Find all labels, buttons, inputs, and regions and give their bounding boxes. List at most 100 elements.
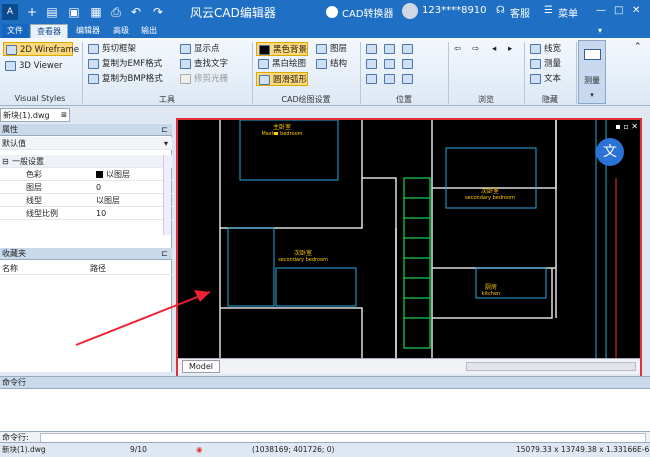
help-icon[interactable]: ▾ [590,24,610,38]
find-text-button[interactable]: 查找文字 [178,57,228,71]
ruler-icon [530,59,541,69]
zoom-extents-button[interactable] [364,42,378,56]
group-label-cad-settings: CAD绘图设置 [281,95,331,104]
group-divider [576,42,577,104]
measure-large-button[interactable]: 测量 ▾ [578,40,606,104]
bw-drawing-button[interactable]: 黑白绘图 [256,57,306,71]
zoom-window-icon [384,44,395,54]
tab-file[interactable]: 文件 [2,24,28,38]
undo-icon[interactable]: ↶ [128,4,144,20]
zoom-in-button[interactable] [400,42,414,56]
group-divider [524,42,525,104]
zoom-in-icon [402,44,413,54]
orbit-button[interactable] [382,72,396,86]
new-icon[interactable]: + [24,4,40,20]
collapse-icon[interactable]: ⊟ [2,155,9,168]
copy-emf-button[interactable]: 复制为EMF格式 [86,57,162,71]
property-row[interactable]: 色彩 以图层 [0,168,172,181]
tab-viewer[interactable]: 查看器 [30,24,68,38]
measure-button[interactable]: 测量 [528,57,561,71]
properties-header: 属性 ⊏ [0,124,172,136]
converter-link[interactable]: CAD转换器 [342,5,394,20]
print-icon[interactable]: ⎙ [108,4,124,20]
close-icon[interactable]: ✕ [632,5,640,16]
group-label-position: 位置 [396,95,412,104]
command-header: 命令行 [0,377,650,389]
properties-dropdown[interactable]: 默认值 ▾ [0,137,172,150]
rotate-icon [384,59,395,69]
property-group[interactable]: ⊟ 一般设置 [0,155,172,168]
zoom-window-button[interactable] [382,42,396,56]
tab-advanced[interactable]: 高级 [108,24,134,38]
status-bar: 新块(1).dwg 9/10 ◉ (1038169; 401726; 0) 15… [0,442,650,457]
document-tab[interactable]: 新块(1).dwg ⊠ [0,108,70,122]
pin-icon[interactable]: ⊏ [161,124,168,136]
scissors-icon [88,44,99,54]
viewport-highlight [176,118,642,382]
chevron-down-icon: ▾ [590,91,594,99]
orbit-icon [384,74,395,84]
next-page-button[interactable]: ▸ [508,42,512,56]
points-icon [180,44,191,54]
group-label-tools: 工具 [159,95,175,104]
chevron-down-icon: ▾ [163,139,168,148]
layers-icon [316,44,327,54]
color-swatch [96,171,103,178]
tab-editor[interactable]: 编辑器 [70,24,106,38]
smooth-arc-button[interactable]: 圆滑弧形 [256,72,309,86]
black-background-button[interactable]: 黑色背景 [256,42,309,56]
minimize-icon[interactable]: — [596,5,606,16]
collapse-ribbon-icon[interactable]: ⌃ [634,42,642,52]
menu-link[interactable]: 菜单 [558,5,578,20]
clip-frame-button[interactable]: 剪切框架 [86,42,136,56]
3d-viewer-button[interactable]: 3D Viewer [3,59,63,73]
text-icon [530,74,541,84]
open-folder-icon[interactable]: ▤ [44,4,60,20]
pin-icon[interactable]: ⊏ [161,248,168,260]
close-tab-icon[interactable]: ⊠ [61,109,67,122]
arc-icon [259,75,270,85]
save-as-icon[interactable]: ▦ [88,4,104,20]
structure-icon [316,59,327,69]
avatar[interactable] [402,3,418,19]
search-icon [180,59,191,69]
fit-icon [402,74,413,84]
redo-icon[interactable]: ↷ [150,4,166,20]
app-title: 风云CAD编辑器 [190,6,276,20]
zoom-out-button[interactable] [400,57,414,71]
ribbon: 2D Wireframe 3D Viewer Visual Styles 剪切框… [0,38,650,106]
rotate-button[interactable] [382,57,396,71]
text-button[interactable]: 文本 [528,72,561,86]
property-row[interactable]: 线型比例 10 [0,207,172,220]
tab-output[interactable]: 输出 [136,24,162,38]
save-icon[interactable]: ▣ [66,4,82,20]
wireframe-icon [6,45,17,55]
ruler-icon [584,49,601,60]
group-divider [360,42,361,104]
service-link[interactable]: 客服 [510,5,530,20]
fit-button[interactable] [400,72,414,86]
2d-wireframe-button[interactable]: 2D Wireframe [3,42,79,56]
user-name[interactable]: 123****8910 [422,5,487,16]
layers-button[interactable]: 图层 [314,42,347,56]
property-row[interactable]: 图层 0 [0,181,172,194]
properties-scrollbar[interactable] [163,155,171,235]
headset-icon[interactable]: ☊ [496,5,505,16]
bw-icon [258,59,269,69]
converter-icon[interactable] [326,6,338,18]
linewidth-button[interactable]: 线宽 [528,42,561,56]
back-button[interactable]: ⇦ [454,42,461,56]
menu-icon[interactable]: ☰ [544,5,553,16]
copy-bmp-button[interactable]: 复制为BMP格式 [86,72,163,86]
pan-button[interactable] [364,57,378,71]
view-button[interactable] [364,72,378,86]
maximize-icon[interactable]: □ [614,5,623,16]
structure-button[interactable]: 结构 [314,57,347,71]
snap-icon[interactable]: ◉ [196,443,203,457]
show-points-button[interactable]: 显示点 [178,42,220,56]
forward-button[interactable]: ⇨ [472,42,479,56]
property-row[interactable]: 线型 以图层 [0,194,172,207]
group-divider [252,42,253,104]
trim-raster-button[interactable]: 修剪光栅 [178,72,228,86]
prev-page-button[interactable]: ◂ [492,42,496,56]
